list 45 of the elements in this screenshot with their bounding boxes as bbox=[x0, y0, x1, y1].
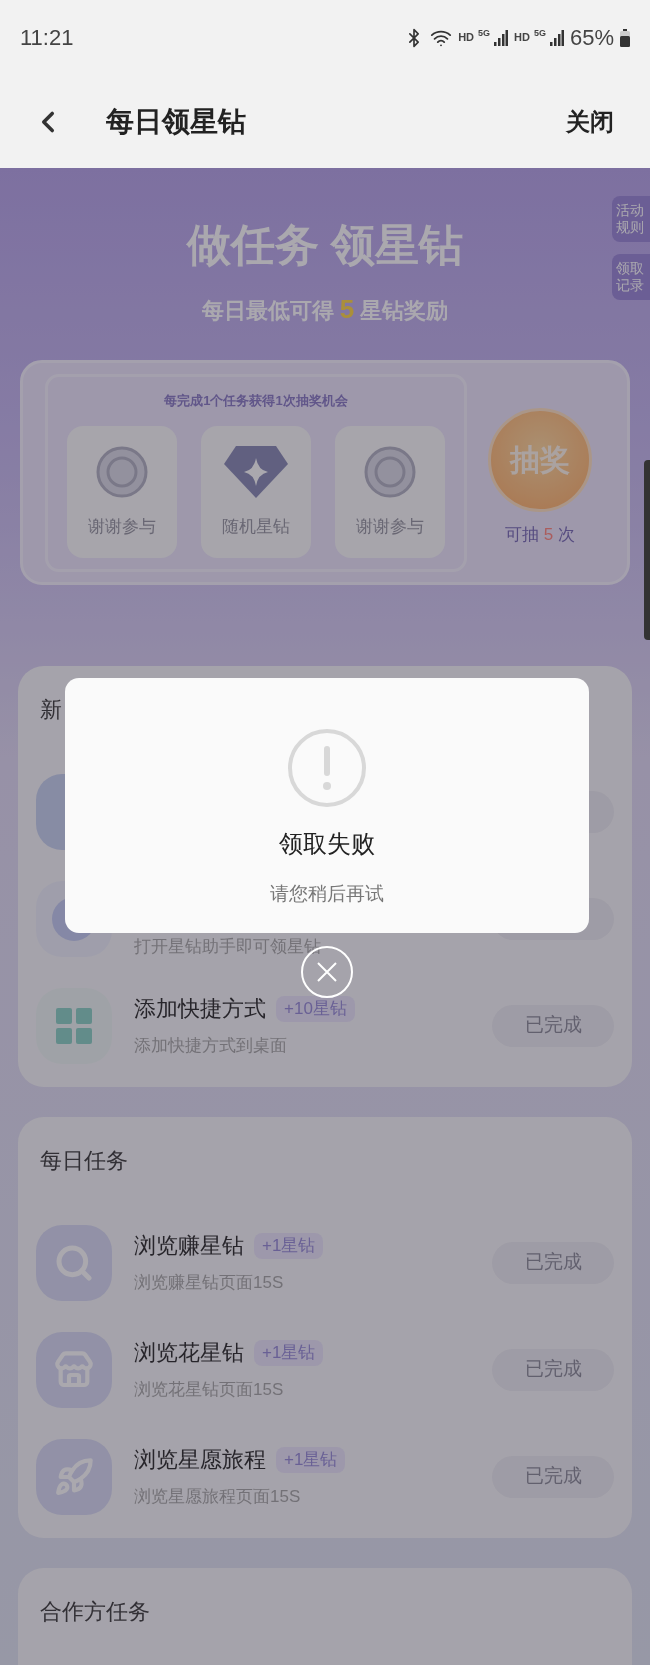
diamond-icon bbox=[222, 444, 290, 500]
task-title: 浏览花星钻 bbox=[134, 1339, 244, 1368]
shop-icon bbox=[36, 1331, 112, 1408]
status-button[interactable]: 已完成 bbox=[492, 1455, 614, 1498]
signal-icon bbox=[549, 29, 564, 46]
prize-label: 随机星钻 bbox=[222, 516, 290, 538]
task-title: 浏览赚星钻 bbox=[134, 1232, 244, 1261]
section-title: 每日任务 bbox=[40, 1146, 128, 1175]
remaining-draws: 可抽 5 次 bbox=[505, 523, 575, 546]
network-type: 5G bbox=[478, 27, 491, 41]
page-title: 每日领星钻 bbox=[106, 104, 247, 139]
rocket-icon bbox=[36, 1438, 112, 1515]
status-button[interactable]: 已完成 bbox=[492, 1004, 614, 1047]
coin-icon bbox=[94, 444, 150, 500]
task-title: 添加快捷方式 bbox=[134, 995, 266, 1024]
section-title: 新 bbox=[40, 695, 62, 724]
reward-tag: +1星钻 bbox=[254, 1340, 324, 1366]
side-tab-button[interactable]: 活动规则 bbox=[612, 196, 650, 242]
reward-tag: +10星钻 bbox=[276, 996, 355, 1022]
task-title: 浏览星愿旅程 bbox=[134, 1446, 266, 1475]
network-type: 5G bbox=[533, 27, 546, 41]
dialog-title: 领取失败 bbox=[279, 829, 375, 859]
reward-tag: +1星钻 bbox=[254, 1233, 324, 1259]
reward-tag: +1星钻 bbox=[276, 1447, 346, 1473]
clock: 11:21 bbox=[20, 24, 74, 52]
x-icon bbox=[315, 960, 339, 984]
close-link[interactable]: 关闭 bbox=[566, 103, 614, 140]
side-tab-button[interactable]: 领取记录 bbox=[612, 254, 650, 300]
status-button[interactable]: 已完成 bbox=[492, 1241, 614, 1284]
search-icon bbox=[36, 1224, 112, 1301]
draw-button[interactable]: 抽奖 bbox=[488, 407, 592, 512]
status-button[interactable]: 已完成 bbox=[492, 1348, 614, 1391]
dialog-message: 请您稍后再试 bbox=[270, 882, 384, 906]
lottery-hint: 每完成1个任务获得1次抽奖机会 bbox=[164, 391, 348, 410]
section-title: 合作方任务 bbox=[40, 1597, 150, 1626]
battery-percentage: 65% bbox=[569, 24, 614, 52]
hd-indicator: HD bbox=[458, 30, 475, 46]
signal-icon bbox=[494, 29, 509, 46]
hd-indicator: HD bbox=[514, 30, 530, 46]
battery-icon bbox=[620, 28, 630, 47]
coin-icon bbox=[362, 444, 418, 500]
grid-icon bbox=[36, 987, 112, 1064]
prize-label: 谢谢参与 bbox=[88, 516, 156, 538]
warning-icon bbox=[287, 728, 367, 808]
prize-label: 谢谢参与 bbox=[356, 516, 424, 538]
